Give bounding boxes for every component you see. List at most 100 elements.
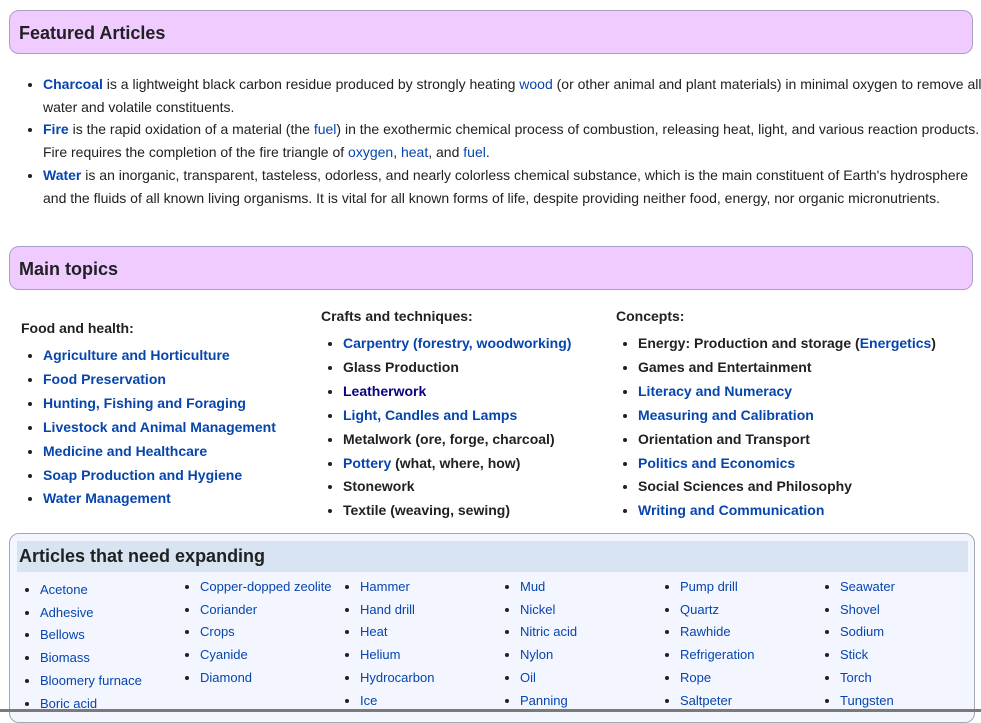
text: is the rapid oxidation of a material (th… bbox=[68, 121, 314, 138]
article-link[interactable]: Quartz bbox=[680, 602, 719, 617]
article-link[interactable]: Livestock and Animal Management bbox=[43, 419, 276, 435]
expanding-item: Mud bbox=[520, 576, 670, 599]
article-link[interactable]: Medicine and Healthcare bbox=[43, 443, 207, 459]
expanding-item: Acetone bbox=[40, 579, 190, 602]
article-link[interactable]: Nickel bbox=[520, 602, 555, 617]
text: Stonework bbox=[343, 478, 415, 495]
article-link[interactable]: Fire bbox=[43, 121, 69, 137]
article-link[interactable]: Hydrocarbon bbox=[360, 670, 434, 685]
topic-item: Literacy and Numeracy bbox=[638, 380, 936, 404]
topic-item: Pottery (what, where, how) bbox=[343, 452, 571, 476]
text: Games and Entertainment bbox=[638, 358, 812, 375]
article-link[interactable]: Rope bbox=[680, 670, 711, 685]
article-link[interactable]: Rawhide bbox=[680, 624, 731, 639]
text: Orientation and Transport bbox=[638, 430, 810, 447]
article-link[interactable]: Soap Production and Hygiene bbox=[43, 467, 242, 483]
article-link[interactable]: Pottery bbox=[343, 455, 391, 471]
article-link[interactable]: Heat bbox=[360, 624, 387, 639]
topic-item: Social Sciences and Philosophy bbox=[638, 475, 936, 499]
text: . bbox=[485, 144, 490, 161]
text: Metalwork (ore, forge, charcoal) bbox=[343, 430, 555, 447]
article-link[interactable]: Food Preservation bbox=[43, 371, 166, 387]
expanding-item: Crops bbox=[200, 621, 350, 644]
article-link[interactable]: Hunting, Fishing and Foraging bbox=[43, 395, 246, 411]
topic-column: Food and health: Agriculture and Horticul… bbox=[21, 318, 276, 511]
article-link[interactable]: Ice bbox=[360, 693, 377, 708]
article-link[interactable]: Water bbox=[43, 167, 81, 183]
expanding-column: Acetone Adhesive Bellows Biomass Bloomery fu… bbox=[24, 579, 190, 715]
topic-column-title: Concepts: bbox=[616, 308, 685, 324]
article-link[interactable]: Saltpeter bbox=[680, 693, 732, 708]
article-link[interactable]: Seawater bbox=[840, 579, 895, 594]
article-link[interactable]: Shovel bbox=[840, 602, 880, 617]
article-link[interactable]: Copper-dopped zeolite bbox=[200, 579, 332, 594]
article-link[interactable]: fuel bbox=[314, 121, 337, 137]
article-link[interactable]: oxygen bbox=[348, 144, 393, 160]
featured-articles-header: Featured Articles bbox=[9, 10, 973, 54]
article-link[interactable]: Writing and Communication bbox=[638, 502, 824, 518]
topic-item: Stonework bbox=[343, 475, 571, 499]
article-link[interactable]: Biomass bbox=[40, 650, 90, 665]
topic-item: Medicine and Healthcare bbox=[43, 440, 276, 464]
topic-item: Energy: Production and storage (Energeti… bbox=[638, 332, 936, 356]
article-link[interactable]: Helium bbox=[360, 647, 400, 662]
expanding-item: Rawhide bbox=[680, 621, 830, 644]
article-link[interactable]: Carpentry (forestry, woodworking) bbox=[343, 335, 571, 351]
expanding-item: Shovel bbox=[840, 599, 981, 622]
topic-column-title: Food and health: bbox=[21, 320, 134, 336]
article-link[interactable]: Stick bbox=[840, 647, 868, 662]
article-link[interactable]: Literacy and Numeracy bbox=[638, 383, 792, 399]
topic-item: Measuring and Calibration bbox=[638, 404, 936, 428]
article-link[interactable]: Hand drill bbox=[360, 602, 415, 617]
article-link[interactable]: Torch bbox=[840, 670, 872, 685]
article-link[interactable]: fuel bbox=[463, 144, 486, 160]
article-link[interactable]: Light, Candles and Lamps bbox=[343, 407, 517, 423]
article-link[interactable]: Hammer bbox=[360, 579, 410, 594]
expanding-item: Oil bbox=[520, 667, 670, 690]
expanding-item: Nickel bbox=[520, 599, 670, 622]
article-link[interactable]: Bellows bbox=[40, 627, 85, 642]
article-link[interactable]: wood bbox=[519, 76, 552, 92]
article-link[interactable]: Politics and Economics bbox=[638, 455, 795, 471]
article-link[interactable]: Energetics bbox=[860, 335, 932, 351]
article-link[interactable]: Tungsten bbox=[840, 693, 894, 708]
article-link[interactable]: Agriculture and Horticulture bbox=[43, 347, 230, 363]
topic-item: Leatherwork bbox=[343, 380, 571, 404]
article-link[interactable]: Leatherwork bbox=[343, 383, 426, 399]
expanding-item: Hand drill bbox=[360, 599, 510, 622]
article-link[interactable]: Charcoal bbox=[43, 76, 103, 92]
expanding-item: Coriander bbox=[200, 599, 350, 622]
article-link[interactable]: Sodium bbox=[840, 624, 884, 639]
topic-item: Food Preservation bbox=[43, 368, 276, 392]
article-link[interactable]: Cyanide bbox=[200, 647, 248, 662]
topic-item: Textile (weaving, sewing) bbox=[343, 499, 571, 523]
article-link[interactable]: Adhesive bbox=[40, 605, 93, 620]
article-link[interactable]: Pump drill bbox=[680, 579, 738, 594]
expanding-item: Pump drill bbox=[680, 576, 830, 599]
article-link[interactable]: Measuring and Calibration bbox=[638, 407, 814, 423]
article-link[interactable]: Water Management bbox=[43, 490, 171, 506]
topic-item: Carpentry (forestry, woodworking) bbox=[343, 332, 571, 356]
expanding-item: Diamond bbox=[200, 667, 350, 690]
topic-item: Metalwork (ore, forge, charcoal) bbox=[343, 428, 571, 452]
article-link[interactable]: Panning bbox=[520, 693, 568, 708]
article-link[interactable]: Refrigeration bbox=[680, 647, 754, 662]
article-link[interactable]: Diamond bbox=[200, 670, 252, 685]
article-link[interactable]: Bloomery furnace bbox=[40, 673, 142, 688]
article-link[interactable]: Nitric acid bbox=[520, 624, 577, 639]
article-link[interactable]: heat bbox=[401, 144, 428, 160]
topic-item: Hunting, Fishing and Foraging bbox=[43, 392, 276, 416]
article-link[interactable]: Nylon bbox=[520, 647, 553, 662]
topic-item: Orientation and Transport bbox=[638, 428, 936, 452]
article-link[interactable]: Crops bbox=[200, 624, 235, 639]
expanding-item: Heat bbox=[360, 621, 510, 644]
topic-item: Agriculture and Horticulture bbox=[43, 344, 276, 368]
article-link[interactable]: Mud bbox=[520, 579, 545, 594]
featured-article-item: Water is an inorganic, transparent, tast… bbox=[43, 164, 981, 209]
article-link[interactable]: Coriander bbox=[200, 602, 257, 617]
expanding-column: Pump drill Quartz Rawhide Refrigeration Rope… bbox=[664, 576, 830, 712]
article-link[interactable]: Oil bbox=[520, 670, 536, 685]
article-link[interactable]: Acetone bbox=[40, 582, 88, 597]
featured-article-item: Charcoal is a lightweight black carbon r… bbox=[43, 73, 981, 118]
text: ) bbox=[931, 335, 936, 351]
